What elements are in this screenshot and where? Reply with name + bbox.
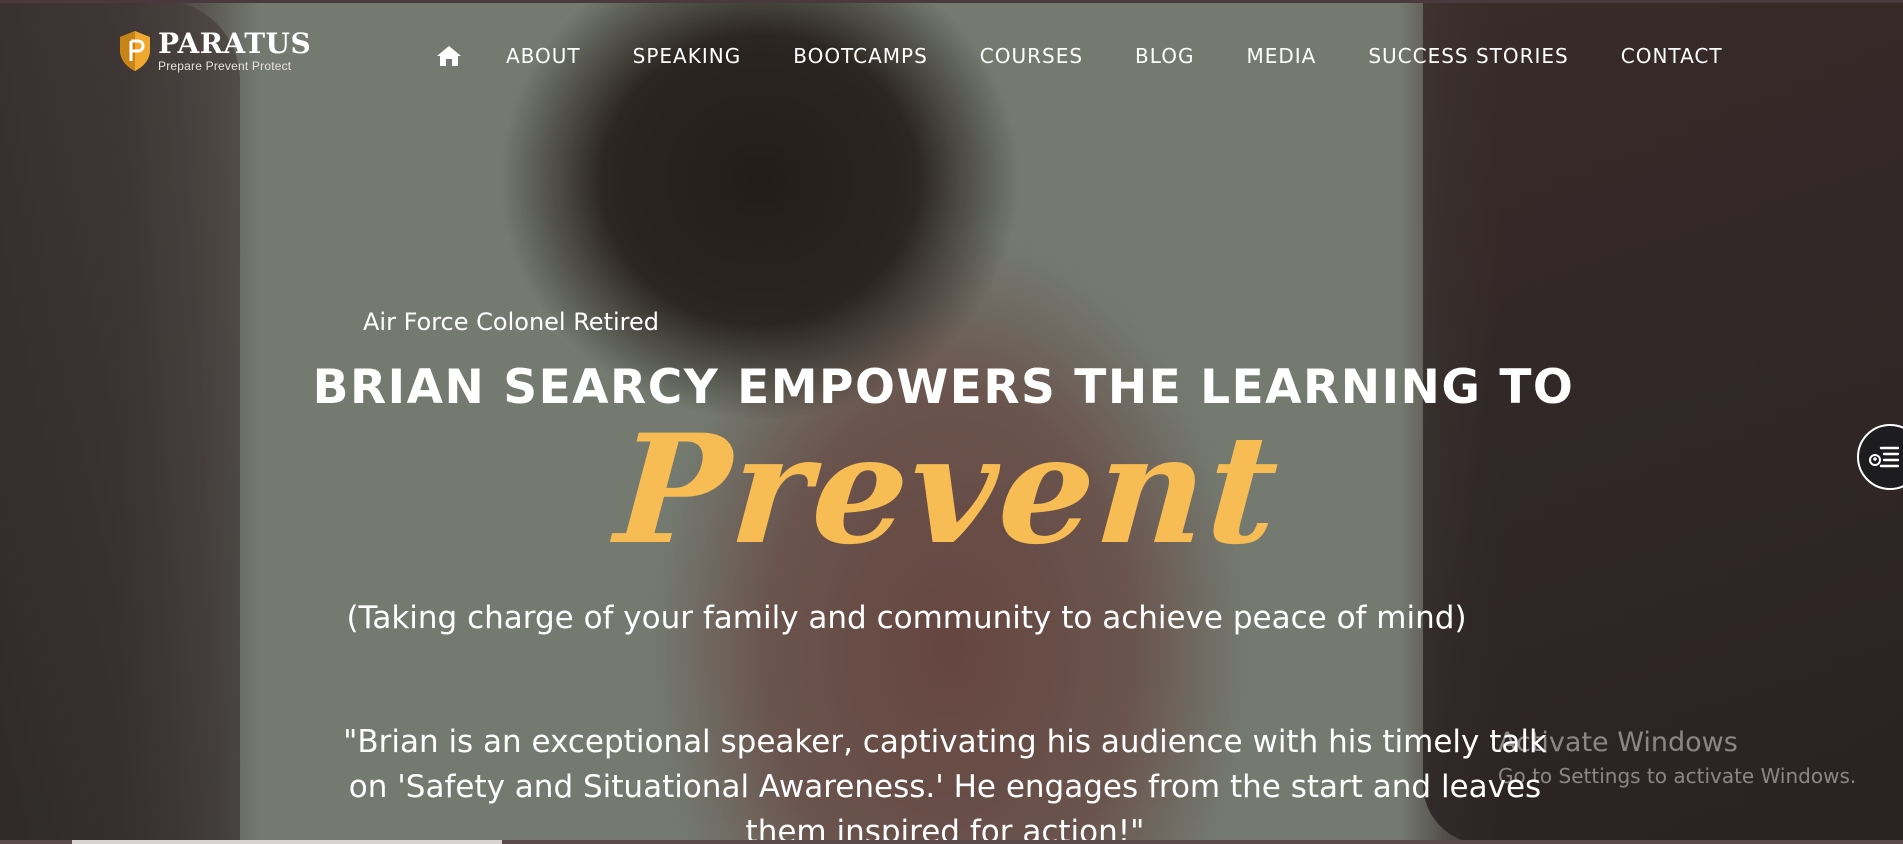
hero-eyebrow: Air Force Colonel Retired xyxy=(363,308,659,336)
watermark-title: Activate Windows xyxy=(1498,727,1738,758)
brand-name: PARATUS xyxy=(158,27,312,60)
hero-subline: (Taking charge of your family and commun… xyxy=(346,600,1467,636)
page: PARATUS Prepare Prevent Protect ABOUT SP… xyxy=(0,0,1903,844)
testimonial-quote: "Brian is an exceptional speaker, captiv… xyxy=(343,724,1547,844)
nav-item-about[interactable]: ABOUT xyxy=(506,44,581,68)
nav-item-bootcamps[interactable]: BOOTCAMPS xyxy=(793,44,928,68)
hero-accent-wrap: Prevent xyxy=(0,402,1903,578)
windows-activation-watermark: Activate Windows Go to Settings to activ… xyxy=(1498,726,1856,790)
nav-item-speaking[interactable]: SPEAKING xyxy=(633,44,742,68)
main-navigation: ABOUT SPEAKING BOOTCAMPS COURSES BLOG ME… xyxy=(436,44,1723,68)
brand-tagline: Prepare Prevent Protect xyxy=(158,59,292,73)
watermark-subtitle: Go to Settings to activate Windows. xyxy=(1498,764,1857,788)
accessibility-menu-icon xyxy=(1869,446,1899,468)
shield-logo-icon xyxy=(120,31,150,71)
site-logo[interactable]: PARATUS Prepare Prevent Protect xyxy=(118,30,311,72)
nav-item-media[interactable]: MEDIA xyxy=(1246,44,1316,68)
nav-item-contact[interactable]: CONTACT xyxy=(1621,44,1723,68)
top-border xyxy=(0,0,1903,3)
nav-item-courses[interactable]: COURSES xyxy=(980,44,1083,68)
nav-item-blog[interactable]: BLOG xyxy=(1135,44,1194,68)
horizontal-scrollbar-thumb[interactable] xyxy=(72,840,502,844)
hero-subline-wrap: (Taking charge of your family and commun… xyxy=(0,600,1903,636)
logo-text: PARATUS Prepare Prevent Protect xyxy=(158,27,312,73)
home-icon[interactable] xyxy=(436,45,462,67)
hero-accent-word: Prevent xyxy=(611,402,1286,578)
nav-item-success-stories[interactable]: SUCCESS STORIES xyxy=(1368,44,1568,68)
